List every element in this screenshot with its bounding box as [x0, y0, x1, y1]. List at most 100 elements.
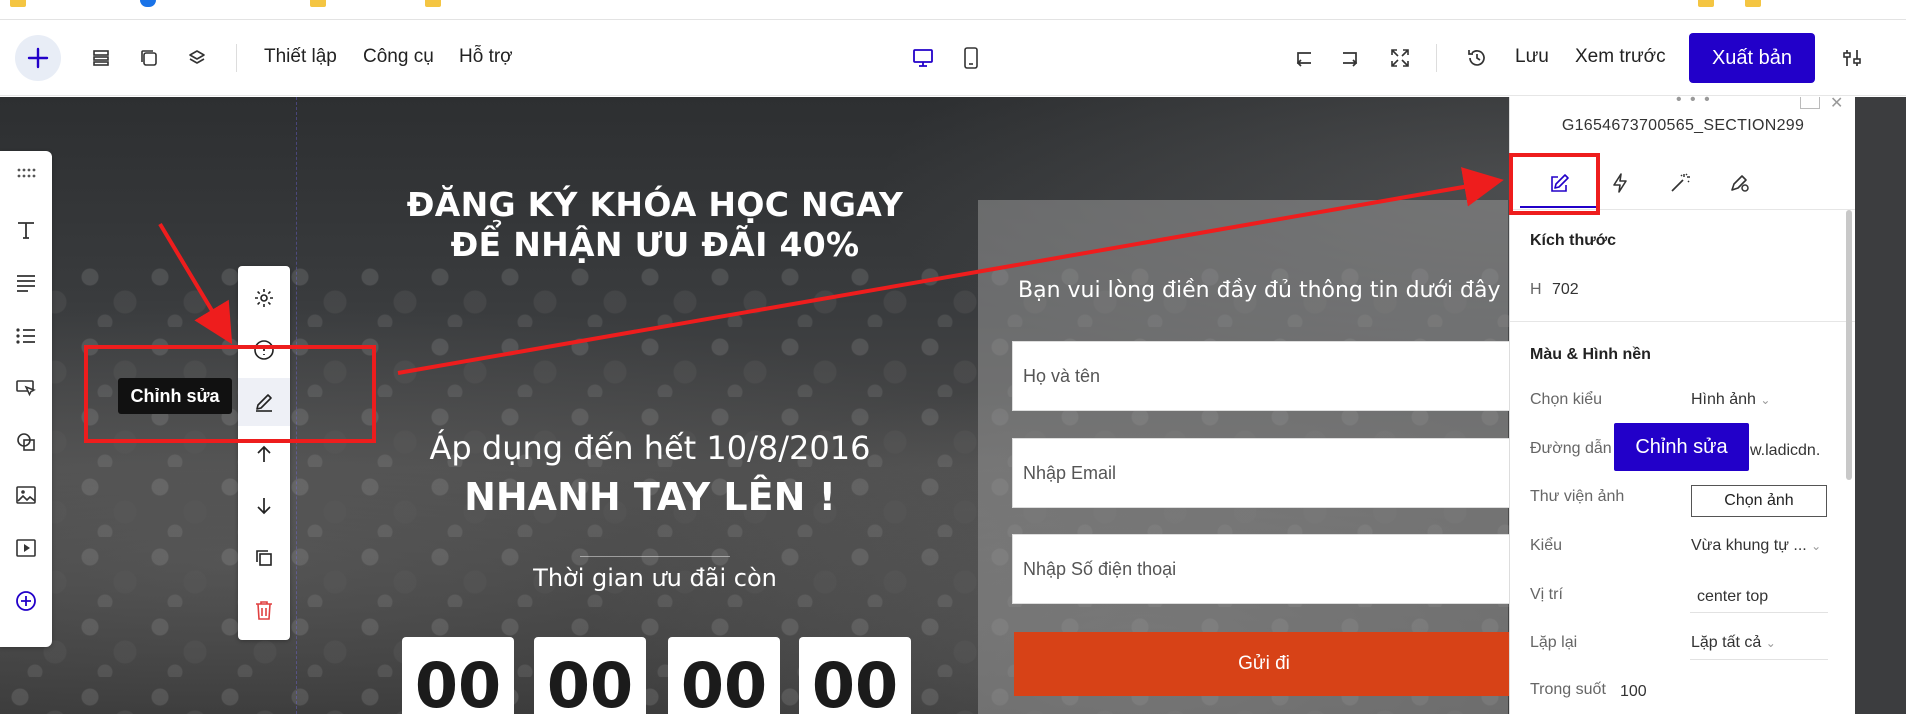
- position-underline: [1690, 612, 1828, 613]
- repeat-label: Lặp lại: [1530, 634, 1578, 651]
- panel-expand-icon[interactable]: [1800, 97, 1820, 109]
- paragraph-icon: [17, 275, 35, 292]
- desktop-view-button[interactable]: [911, 46, 935, 70]
- fullscreen-button[interactable]: [1388, 46, 1412, 70]
- cursor-box-icon: [16, 380, 36, 397]
- bookmark-folder-icon[interactable]: [425, 0, 441, 7]
- tab-advanced[interactable]: [1722, 165, 1758, 201]
- add-element-button[interactable]: [15, 35, 61, 81]
- layers-button[interactable]: [185, 46, 209, 70]
- style-select-value: Hình ảnh: [1691, 391, 1756, 408]
- phone-field[interactable]: Nhập Số điện thoại: [1012, 534, 1512, 604]
- text-icon: [18, 222, 34, 239]
- repeat-select-value: Lặp tất cả: [1691, 634, 1762, 651]
- style-select[interactable]: Hình ảnh ⌄: [1691, 391, 1770, 409]
- copy-icon: [256, 550, 272, 566]
- countdown-days[interactable]: 00: [402, 637, 514, 714]
- fit-select-value: Vừa khung tự ...: [1691, 537, 1807, 554]
- sections-button[interactable]: [89, 46, 113, 70]
- countdown-seconds[interactable]: 00: [799, 637, 911, 714]
- move-down-button[interactable]: [250, 492, 278, 520]
- menu-setup[interactable]: Thiết lập: [264, 46, 337, 68]
- list-tool-button[interactable]: [12, 322, 40, 350]
- canvas-right-edge: [1855, 97, 1906, 714]
- style-label: Chọn kiểu: [1530, 391, 1603, 408]
- gear-icon: [255, 289, 273, 307]
- signup-form[interactable]: Bạn vui lòng điền đầy đủ thông tin dưới …: [978, 200, 1514, 714]
- bookmark-folder-icon[interactable]: [10, 0, 26, 7]
- mobile-view-button[interactable]: [959, 46, 983, 70]
- magic-wand-icon: [1671, 173, 1690, 192]
- panel-scrollbar[interactable]: [1846, 210, 1852, 480]
- headline[interactable]: ĐĂNG KÝ KHÓA HỌC NGAY ĐỂ NHẬN ƯU ĐÃI 40%: [400, 185, 910, 265]
- divider: [580, 556, 730, 557]
- opacity-input[interactable]: 100: [1620, 683, 1647, 701]
- menu-help[interactable]: Hỗ trợ: [459, 46, 513, 68]
- toolbar-divider: [1436, 44, 1437, 72]
- chevron-down-icon: ⌄: [1811, 539, 1822, 553]
- countdown-minutes[interactable]: 00: [668, 637, 780, 714]
- paragraph-tool-button[interactable]: [12, 269, 40, 297]
- panel-drag-handle[interactable]: • • •: [1676, 91, 1712, 109]
- height-input[interactable]: 702: [1552, 281, 1579, 299]
- desktop-icon: [913, 49, 933, 67]
- repeat-select[interactable]: Lặp tất cả ⌄: [1691, 634, 1776, 652]
- height-label: H: [1530, 281, 1542, 298]
- edit-highlight-box: [84, 345, 376, 443]
- history-button[interactable]: [1465, 46, 1489, 70]
- repeat-underline: [1690, 659, 1828, 660]
- element-action-bar: [238, 266, 290, 640]
- countdown-title[interactable]: Thời gian ưu đãi còn: [460, 564, 850, 592]
- image-icon: [16, 486, 36, 504]
- text-tool-button[interactable]: [12, 216, 40, 244]
- countdown-hours[interactable]: 00: [534, 637, 646, 714]
- fit-select[interactable]: Vừa khung tự ... ⌄: [1691, 537, 1821, 555]
- shape-tool-button[interactable]: [12, 428, 40, 456]
- layers-icon: [189, 50, 205, 64]
- settings-sliders-icon: [1843, 50, 1861, 66]
- fit-label: Kiểu: [1530, 537, 1563, 554]
- bookmark-folder-icon[interactable]: [310, 0, 326, 7]
- position-input[interactable]: center top: [1697, 588, 1768, 606]
- image-tool-button[interactable]: [12, 481, 40, 509]
- undo-button[interactable]: [1291, 46, 1315, 70]
- settings-sliders-button[interactable]: [1840, 46, 1864, 70]
- path-input[interactable]: w.ladicdn.: [1750, 442, 1820, 460]
- tab-events[interactable]: [1602, 165, 1638, 201]
- add-more-button[interactable]: [12, 587, 40, 615]
- delete-button[interactable]: [250, 596, 278, 624]
- email-field[interactable]: Nhập Email: [1012, 438, 1512, 508]
- redo-button[interactable]: [1339, 46, 1363, 70]
- tab-effects[interactable]: [1662, 165, 1698, 201]
- move-up-button[interactable]: [250, 440, 278, 468]
- submit-button[interactable]: Gửi đi: [1014, 632, 1514, 696]
- bookmark-folder-icon[interactable]: [1745, 0, 1761, 7]
- edit-image-badge[interactable]: Chỉnh sửa: [1614, 423, 1749, 471]
- size-section-title: Kích thước: [1530, 232, 1617, 249]
- preview-button[interactable]: Xem trước: [1575, 46, 1666, 68]
- left-toolbar: [0, 151, 52, 647]
- name-field[interactable]: Họ và tên: [1012, 341, 1512, 411]
- bookmark-site-icon[interactable]: [140, 0, 156, 7]
- button-tool-button[interactable]: [12, 375, 40, 403]
- duplicate-button[interactable]: [250, 544, 278, 572]
- drag-handle-icon[interactable]: [12, 159, 40, 187]
- fullscreen-icon: [1391, 49, 1409, 67]
- save-button[interactable]: Lưu: [1515, 46, 1549, 68]
- publish-button[interactable]: Xuất bản: [1689, 33, 1815, 83]
- menu-tools[interactable]: Công cụ: [363, 46, 434, 68]
- arrow-up-icon: [257, 445, 271, 462]
- video-tool-button[interactable]: [12, 534, 40, 562]
- choose-image-button[interactable]: Chọn ảnh: [1691, 485, 1827, 517]
- form-title: Bạn vui lòng điền đầy đủ thông tin dưới …: [1018, 278, 1501, 303]
- panel-close-icon[interactable]: ✕: [1830, 93, 1843, 113]
- opacity-label: Trong suốt: [1530, 681, 1606, 698]
- hurry-text[interactable]: NHANH TAY LÊN !: [380, 475, 920, 519]
- element-settings-button[interactable]: [250, 284, 278, 312]
- mobile-icon: [964, 47, 978, 69]
- pages-icon: [141, 50, 157, 66]
- element-id: G1654673700565_SECTION299: [1561, 117, 1805, 134]
- pages-button[interactable]: [137, 46, 161, 70]
- apply-until-text[interactable]: Áp dụng đến hết 10/8/2016: [380, 429, 920, 467]
- bookmark-folder-icon[interactable]: [1698, 0, 1714, 7]
